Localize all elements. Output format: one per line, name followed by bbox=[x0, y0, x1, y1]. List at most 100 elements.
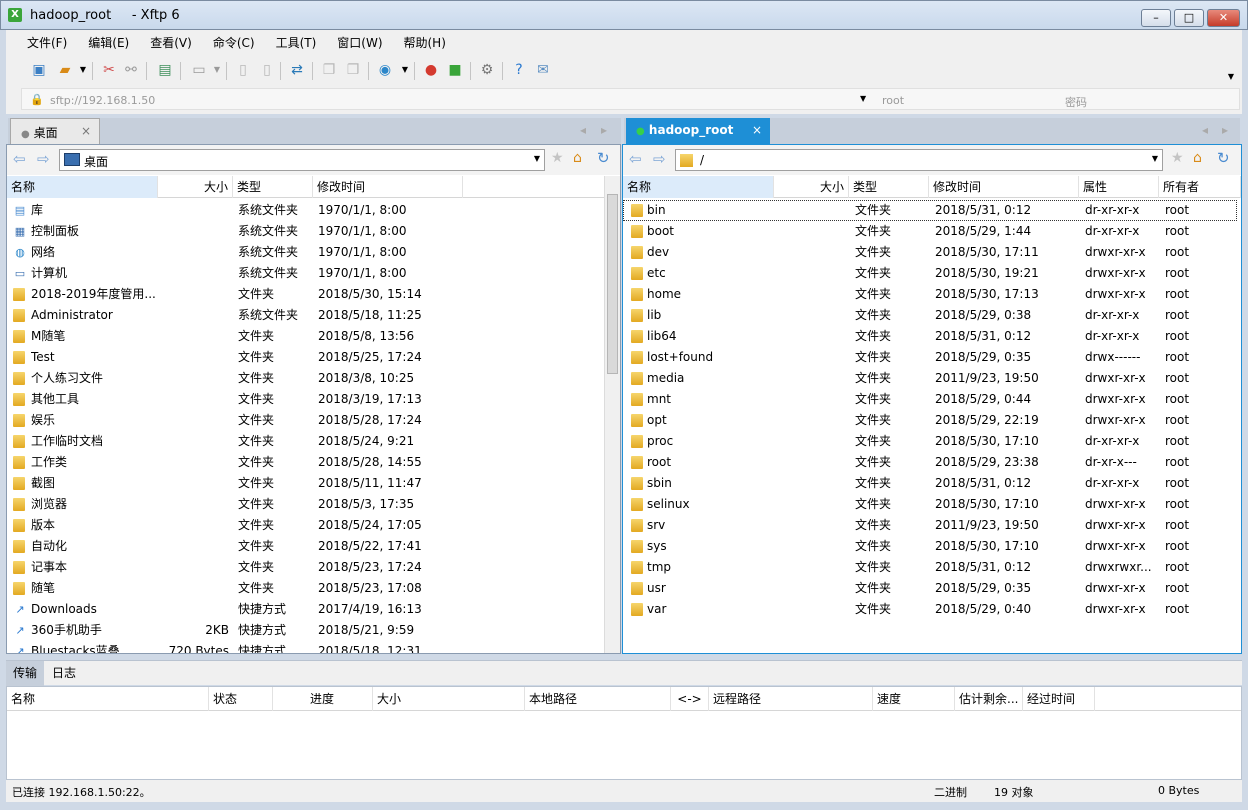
table-row[interactable]: lib64 文件夹 2018/5/31, 0:12 dr-xr-xr-x root bbox=[623, 326, 1237, 347]
table-row[interactable]: opt 文件夹 2018/5/29, 22:19 drwxr-xr-x root bbox=[623, 410, 1237, 431]
properties-icon[interactable]: ▤ bbox=[156, 61, 174, 79]
reconnect-icon[interactable]: ⚯ bbox=[122, 61, 140, 79]
table-row[interactable]: 工作临时文档 文件夹 2018/5/24, 9:21 bbox=[7, 431, 604, 452]
path-dropdown-icon[interactable]: ▼ bbox=[1152, 154, 1158, 163]
left-path-combo[interactable]: 桌面 ▼ bbox=[59, 149, 545, 171]
table-row[interactable]: ↗ Downloads 快捷方式 2017/4/19, 16:13 bbox=[7, 599, 604, 620]
view-icon[interactable]: ▭ bbox=[190, 61, 208, 79]
bookmark-icon[interactable]: ★ bbox=[551, 150, 564, 166]
dropdown-icon[interactable]: ▼ bbox=[396, 61, 414, 79]
toolbar-overflow-icon[interactable]: ▼ bbox=[1222, 68, 1240, 86]
globe-icon[interactable]: ◉ bbox=[376, 61, 394, 79]
table-row[interactable]: 2018-2019年度管用... 文件夹 2018/5/30, 15:14 bbox=[7, 284, 604, 305]
table-row[interactable]: 自动化 文件夹 2018/5/22, 17:41 bbox=[7, 536, 604, 557]
refresh-icon[interactable]: ↻ bbox=[597, 149, 610, 167]
maximize-icon[interactable]: □ bbox=[1174, 9, 1204, 27]
password-input[interactable]: 密码 bbox=[1065, 94, 1087, 110]
copy-icon[interactable]: ▯ bbox=[234, 61, 252, 79]
right-path-combo[interactable]: / ▼ bbox=[675, 149, 1163, 171]
close-icon[interactable]: ✕ bbox=[1207, 9, 1240, 27]
menu-help[interactable]: 帮助(H) bbox=[397, 34, 446, 51]
scroll-thumb[interactable] bbox=[607, 194, 618, 374]
col-mtime[interactable]: 修改时间 bbox=[929, 176, 1079, 198]
close-tab-icon[interactable]: × bbox=[81, 124, 91, 138]
back-icon[interactable]: ⇦ bbox=[13, 150, 26, 168]
table-row[interactable]: ▤ 库 系统文件夹 1970/1/1, 8:00 bbox=[7, 200, 604, 221]
table-row[interactable]: media 文件夹 2011/9/23, 19:50 drwxr-xr-x root bbox=[623, 368, 1237, 389]
forward-icon[interactable]: ⇨ bbox=[37, 150, 50, 168]
table-row[interactable]: sbin 文件夹 2018/5/31, 0:12 dr-xr-xr-x root bbox=[623, 473, 1237, 494]
table-row[interactable]: root 文件夹 2018/5/29, 23:38 dr-xr-x--- root bbox=[623, 452, 1237, 473]
col-eta[interactable]: 估计剩余... bbox=[955, 687, 1023, 711]
table-row[interactable]: lib 文件夹 2018/5/29, 0:38 dr-xr-xr-x root bbox=[623, 305, 1237, 326]
tab-next-icon[interactable]: ▸ bbox=[601, 123, 607, 137]
settings-icon[interactable]: ⚙ bbox=[478, 61, 496, 79]
table-row[interactable]: mnt 文件夹 2018/5/29, 0:44 drwxr-xr-x root bbox=[623, 389, 1237, 410]
transfer-mode[interactable]: 二进制 bbox=[934, 784, 967, 800]
table-row[interactable]: 浏览器 文件夹 2018/5/3, 17:35 bbox=[7, 494, 604, 515]
tab-next-icon[interactable]: ▸ bbox=[1222, 123, 1228, 137]
transfer-icon[interactable]: ⇄ bbox=[288, 61, 306, 79]
table-row[interactable]: etc 文件夹 2018/5/30, 19:21 drwxr-xr-x root bbox=[623, 263, 1237, 284]
paste-icon[interactable]: ▯ bbox=[258, 61, 276, 79]
home-icon[interactable]: ⌂ bbox=[1193, 150, 1202, 166]
table-row[interactable]: tmp 文件夹 2018/5/31, 0:12 drwxrwxr... root bbox=[623, 557, 1237, 578]
open-folder-icon[interactable]: ▰ bbox=[56, 61, 74, 79]
col-mtime[interactable]: 修改时间 bbox=[313, 176, 463, 198]
xftp-icon[interactable]: ■ bbox=[446, 61, 464, 79]
table-row[interactable]: 截图 文件夹 2018/5/11, 11:47 bbox=[7, 473, 604, 494]
menu-file[interactable]: 文件(F) bbox=[20, 34, 67, 51]
col-name[interactable]: 名称 bbox=[623, 176, 774, 198]
col-size[interactable]: 大小 bbox=[373, 687, 525, 711]
col-local-path[interactable]: 本地路径 bbox=[525, 687, 671, 711]
table-row[interactable]: 其他工具 文件夹 2018/3/19, 17:13 bbox=[7, 389, 604, 410]
col-size[interactable]: 大小 bbox=[774, 176, 849, 198]
close-tab-icon[interactable]: × bbox=[752, 123, 762, 137]
table-row[interactable]: ↗ 360手机助手 2KB 快捷方式 2018/5/21, 9:59 bbox=[7, 620, 604, 641]
col-type[interactable]: 类型 bbox=[849, 176, 929, 198]
chat-icon[interactable]: ✉ bbox=[534, 61, 552, 79]
table-row[interactable]: 娱乐 文件夹 2018/5/28, 17:24 bbox=[7, 410, 604, 431]
table-row[interactable]: proc 文件夹 2018/5/30, 17:10 dr-xr-xr-x root bbox=[623, 431, 1237, 452]
minimize-icon[interactable]: – bbox=[1141, 9, 1171, 27]
col-owner[interactable]: 所有者 bbox=[1159, 176, 1241, 198]
table-row[interactable]: srv 文件夹 2011/9/23, 19:50 drwxr-xr-x root bbox=[623, 515, 1237, 536]
xshell-icon[interactable]: ● bbox=[422, 61, 440, 79]
tab-prev-icon[interactable]: ◂ bbox=[1202, 123, 1208, 137]
col-type[interactable]: 类型 bbox=[233, 176, 313, 198]
table-row[interactable]: bin 文件夹 2018/5/31, 0:12 dr-xr-xr-x root bbox=[623, 200, 1237, 221]
menu-view[interactable]: 查看(V) bbox=[143, 34, 192, 51]
host-dropdown-icon[interactable]: ▼ bbox=[860, 94, 866, 103]
col-status[interactable]: 状态 bbox=[209, 687, 273, 711]
path-dropdown-icon[interactable]: ▼ bbox=[534, 154, 540, 163]
dropdown-icon[interactable]: ▼ bbox=[74, 61, 92, 79]
table-row[interactable]: sys 文件夹 2018/5/30, 17:10 drwxr-xr-x root bbox=[623, 536, 1237, 557]
table-row[interactable]: selinux 文件夹 2018/5/30, 17:10 drwxr-xr-x root bbox=[623, 494, 1237, 515]
host-input[interactable]: sftp://192.168.1.50 bbox=[50, 94, 155, 107]
table-row[interactable]: M随笔 文件夹 2018/5/8, 13:56 bbox=[7, 326, 604, 347]
table-row[interactable]: 个人练习文件 文件夹 2018/3/8, 10:25 bbox=[7, 368, 604, 389]
col-size[interactable]: 大小 bbox=[158, 176, 233, 198]
tab-transfer[interactable]: 传输 bbox=[6, 661, 45, 686]
username-input[interactable]: root bbox=[882, 94, 904, 107]
tab-prev-icon[interactable]: ◂ bbox=[580, 123, 586, 137]
col-progress[interactable]: 进度 bbox=[273, 687, 373, 711]
table-row[interactable]: ↗ Bluestacks蓝叠 720 Bytes 快捷方式 2018/5/18, 12:… bbox=[7, 641, 604, 653]
table-row[interactable]: ▭ 计算机 系统文件夹 1970/1/1, 8:00 bbox=[7, 263, 604, 284]
table-row[interactable]: 工作类 文件夹 2018/5/28, 14:55 bbox=[7, 452, 604, 473]
table-row[interactable]: 记事本 文件夹 2018/5/23, 17:24 bbox=[7, 557, 604, 578]
tab-hadoop-root[interactable]: ● hadoop_root × bbox=[626, 118, 770, 144]
col-speed[interactable]: 速度 bbox=[873, 687, 955, 711]
table-row[interactable]: Administrator 系统文件夹 2018/5/18, 11:25 bbox=[7, 305, 604, 326]
refresh-icon[interactable]: ↻ bbox=[1217, 149, 1230, 167]
back-icon[interactable]: ⇦ bbox=[629, 150, 642, 168]
col-name[interactable]: 名称 bbox=[7, 176, 158, 198]
new-window-icon[interactable]: ❐ bbox=[320, 61, 338, 79]
table-row[interactable]: home 文件夹 2018/5/30, 17:13 drwxr-xr-x root bbox=[623, 284, 1237, 305]
table-row[interactable]: 版本 文件夹 2018/5/24, 17:05 bbox=[7, 515, 604, 536]
table-row[interactable]: ◍ 网络 系统文件夹 1970/1/1, 8:00 bbox=[7, 242, 604, 263]
table-row[interactable]: usr 文件夹 2018/5/29, 0:35 drwxr-xr-x root bbox=[623, 578, 1237, 599]
table-row[interactable]: 随笔 文件夹 2018/5/23, 17:08 bbox=[7, 578, 604, 599]
table-row[interactable]: boot 文件夹 2018/5/29, 1:44 dr-xr-xr-x root bbox=[623, 221, 1237, 242]
new-session-icon[interactable]: ▣ bbox=[30, 61, 48, 79]
